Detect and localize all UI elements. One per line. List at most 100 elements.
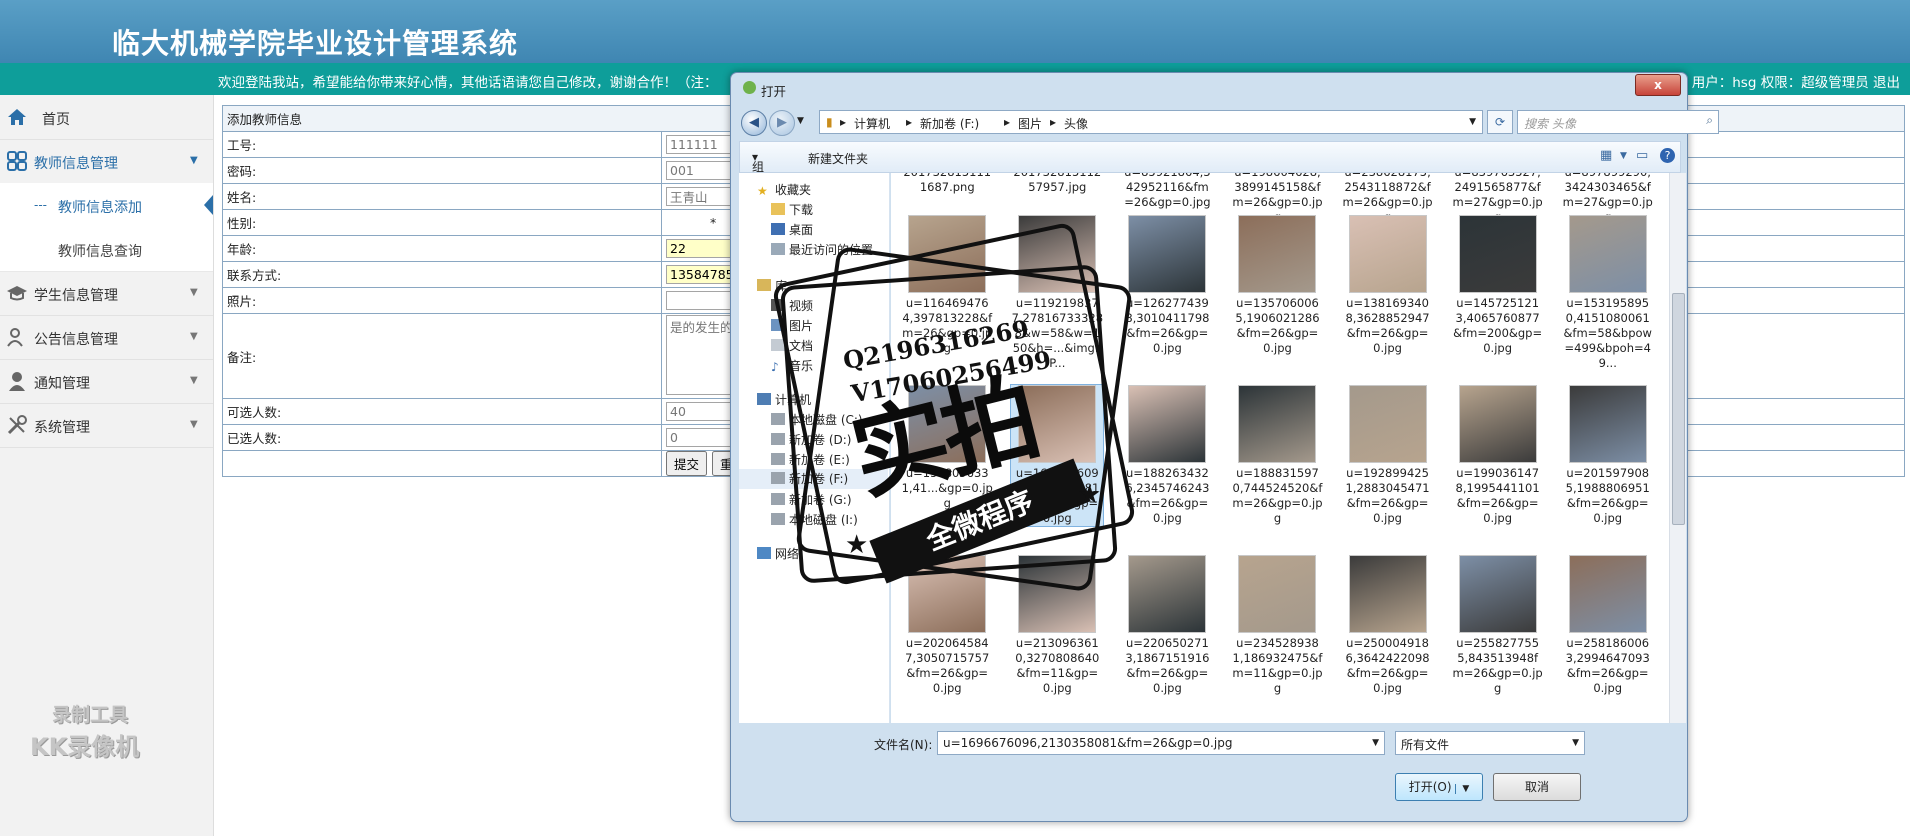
organize-button[interactable]: 组织 ▾ xyxy=(752,150,764,191)
field-label: 年龄: xyxy=(222,235,662,262)
sidebar-item-notify[interactable]: 通知管理 ▼ xyxy=(0,359,213,404)
chevron-down-icon[interactable]: ▼ xyxy=(1469,117,1476,127)
field-label: 工号: xyxy=(222,131,662,158)
file-type-select[interactable]: 所有文件 ▼ xyxy=(1395,731,1585,755)
close-button[interactable]: x xyxy=(1635,74,1681,96)
chevron-down-icon[interactable]: ▼ xyxy=(1455,784,1470,794)
filename-input[interactable]: u=1696676096,2130358081&fm=26&gp=0.jpg ▼ xyxy=(937,731,1385,755)
sidebar-subitem-teacher-query[interactable]: 教师信息查询 xyxy=(0,227,213,272)
image-thumbnail xyxy=(1568,215,1647,293)
filename-value: u=1696676096,2130358081&fm=26&gp=0.jpg xyxy=(943,736,1233,750)
submit-button[interactable]: 提交 xyxy=(666,451,708,476)
image-thumbnail xyxy=(1568,385,1647,463)
image-thumbnail xyxy=(1348,385,1427,463)
chevron-down-icon[interactable]: ▼ xyxy=(1372,738,1379,748)
file-name: u=2500049186,3642422098&fm=26&gp=0.jpg xyxy=(1345,636,1430,695)
cancel-button[interactable]: 取消 xyxy=(1493,773,1581,801)
file-name: u=1357060065,1906021286&fm=26&gp=0.jpg xyxy=(1235,296,1320,355)
file-name: u=2130963610,3270808640&fm=11&gp=0.jpg xyxy=(1015,636,1100,695)
chevron-down-icon: ▼ xyxy=(190,287,198,298)
tools-icon xyxy=(7,415,27,435)
file-tile[interactable]: u=2581860063,2994647093&fm=26&gp=0.jpg xyxy=(1562,555,1654,696)
dialog-footer: 文件名(N): u=1696676096,2130358081&fm=26&gp… xyxy=(739,728,1679,816)
dialog-toolbar: 组织 ▾ 新建文件夹 ▦ ▼ ▭ ? xyxy=(739,141,1681,191)
sidebar-item-system[interactable]: 系统管理 ▼ xyxy=(0,403,213,448)
image-thumbnail xyxy=(1238,555,1317,633)
file-tile[interactable]: u=1928994251,2883045471&fm=26&gp=0.jpg xyxy=(1342,385,1434,526)
refresh-icon[interactable]: ⟳ xyxy=(1487,110,1513,134)
file-tile[interactable]: u=1357060065,1906021286&fm=26&gp=0.jpg xyxy=(1231,215,1323,356)
sidebar-item-home[interactable]: 首页 xyxy=(0,95,213,140)
gender-select[interactable]: * xyxy=(710,215,716,230)
search-input[interactable]: 搜索 头像 ⌕ xyxy=(1517,110,1719,134)
sidebar-item-label: 系统管理 xyxy=(34,420,90,436)
downloads-icon xyxy=(771,203,785,215)
file-tile[interactable]: u=1888315970,744524520&fm=26&gp=0.jpg xyxy=(1231,385,1323,526)
user-role: 权限：超级管理员 xyxy=(1760,75,1869,91)
file-tile[interactable]: u=1457251213,4065760877&fm=200&gp=0.jpg xyxy=(1452,215,1544,356)
vertical-scrollbar[interactable] xyxy=(1669,173,1686,723)
file-tile[interactable]: u=2345289381,186932475&fm=11&gp=0.jpg xyxy=(1231,555,1323,696)
chevron-down-icon: ▼ xyxy=(190,419,198,430)
preview-pane-icon[interactable]: ▭ xyxy=(1636,148,1654,164)
breadcrumb-item[interactable]: 新加卷 (F:) xyxy=(920,115,979,132)
field-label: 已选人数: xyxy=(222,424,662,451)
sidebar-subitem-label: 教师信息查询 xyxy=(58,244,142,260)
open-label: 打开(O) xyxy=(1408,780,1452,794)
breadcrumb-item[interactable]: 计算机 xyxy=(854,115,890,132)
file-name: u=2206502713,1867151916&fm=26&gp=0.jpg xyxy=(1125,636,1210,695)
sidebar-item-label: 通知管理 xyxy=(34,376,90,392)
file-tile[interactable]: u=1990361478,1995441101&fm=26&gp=0.jpg xyxy=(1452,385,1544,526)
star-icon: ★ xyxy=(1078,480,1102,510)
file-name: u=1928994251,2883045471&fm=26&gp=0.jpg xyxy=(1345,466,1430,525)
file-tile[interactable]: u=2500049186,3642422098&fm=26&gp=0.jpg xyxy=(1342,555,1434,696)
file-tile[interactable]: u=1531958950,4151080061&fm=58&bpow=499&b… xyxy=(1562,215,1654,371)
breadcrumb-item[interactable]: 头像 xyxy=(1064,115,1088,132)
file-name: u=2020645847,3050715757&fm=26&gp=0.jpg xyxy=(905,636,990,695)
user-info: 用户：hsg 权限：超级管理员 退出 xyxy=(1692,71,1900,91)
search-icon: ⌕ xyxy=(1706,113,1713,127)
file-tile[interactable]: u=2558277555,843513948fm=26&gp=0.jpg xyxy=(1452,555,1544,696)
breadcrumb-item[interactable]: 图片 xyxy=(1018,115,1042,132)
logout-link[interactable]: 退出 xyxy=(1873,75,1900,91)
stamp-overlay: Q2196316269 V17060256499 实拍 全微程序 ★ ★ xyxy=(760,221,1160,620)
file-name: u=2558277555,843513948fm=26&gp=0.jpg xyxy=(1452,636,1543,695)
sidebar-item-notice-info[interactable]: 公告信息管理 ▼ xyxy=(0,315,213,360)
grid-icon xyxy=(7,151,27,171)
file-name: 2017328151111687.png xyxy=(903,173,991,194)
chevron-down-icon[interactable]: ▼ xyxy=(1572,738,1579,748)
image-thumbnail xyxy=(1458,555,1537,633)
chevron-right-icon: ▸ xyxy=(1050,115,1057,129)
star-icon: ★ xyxy=(845,530,869,560)
sidebar-subitem-teacher-add[interactable]: --- 教师信息添加 xyxy=(0,183,213,228)
file-tile[interactable]: u=1381693408,3628852947&fm=26&gp=0.jpg xyxy=(1342,215,1434,356)
file-tile[interactable]: 2017328151111687.png xyxy=(901,173,993,195)
nav-label: 收藏夹 xyxy=(775,183,812,197)
nav-favorites[interactable]: ★ 收藏夹 xyxy=(757,181,811,198)
dialog-titlebar[interactable]: 打开 x xyxy=(731,73,1687,103)
help-icon[interactable]: ? xyxy=(1660,148,1675,163)
field-label: 性别: xyxy=(222,209,662,236)
scrollbar-thumb[interactable] xyxy=(1672,293,1685,525)
new-folder-button[interactable]: 新建文件夹 xyxy=(808,150,868,167)
file-type-value: 所有文件 xyxy=(1401,738,1450,752)
file-tile[interactable]: u=2015979085,1988806951&fm=26&gp=0.jpg xyxy=(1562,385,1654,526)
image-thumbnail xyxy=(1348,555,1427,633)
image-thumbnail xyxy=(1458,385,1537,463)
file-name: u=2581860063,2994647093&fm=26&gp=0.jpg xyxy=(1565,636,1650,695)
nav-downloads[interactable]: 下载 xyxy=(771,201,813,218)
file-name: u=1990361478,1995441101&fm=26&gp=0.jpg xyxy=(1455,466,1540,525)
file-name: 20173281511257957.jpg xyxy=(1013,173,1101,194)
view-options-icon[interactable]: ▦ xyxy=(1600,148,1618,164)
back-button[interactable]: ◀ xyxy=(741,110,767,136)
file-tile[interactable]: 20173281511257957.jpg xyxy=(1011,173,1103,195)
chevron-down-icon: ▼ xyxy=(190,375,198,386)
file-tile[interactable]: u=85921864,342952116&fm=26&gp=0.jpg xyxy=(1121,173,1213,210)
sidebar-item-student[interactable]: 学生信息管理 ▼ xyxy=(0,271,213,316)
forward-button[interactable]: ▶ xyxy=(769,110,795,136)
history-dropdown-icon[interactable]: ▼ xyxy=(797,116,804,126)
address-bar[interactable]: ▮ ▸ 计算机 ▸ 新加卷 (F:) ▸ 图片 ▸ 头像 ▼ xyxy=(819,110,1483,134)
sidebar-item-teacher[interactable]: 教师信息管理 ▼ xyxy=(0,139,213,184)
open-button[interactable]: 打开(O) ▼ xyxy=(1395,773,1483,801)
image-thumbnail xyxy=(1238,385,1317,463)
